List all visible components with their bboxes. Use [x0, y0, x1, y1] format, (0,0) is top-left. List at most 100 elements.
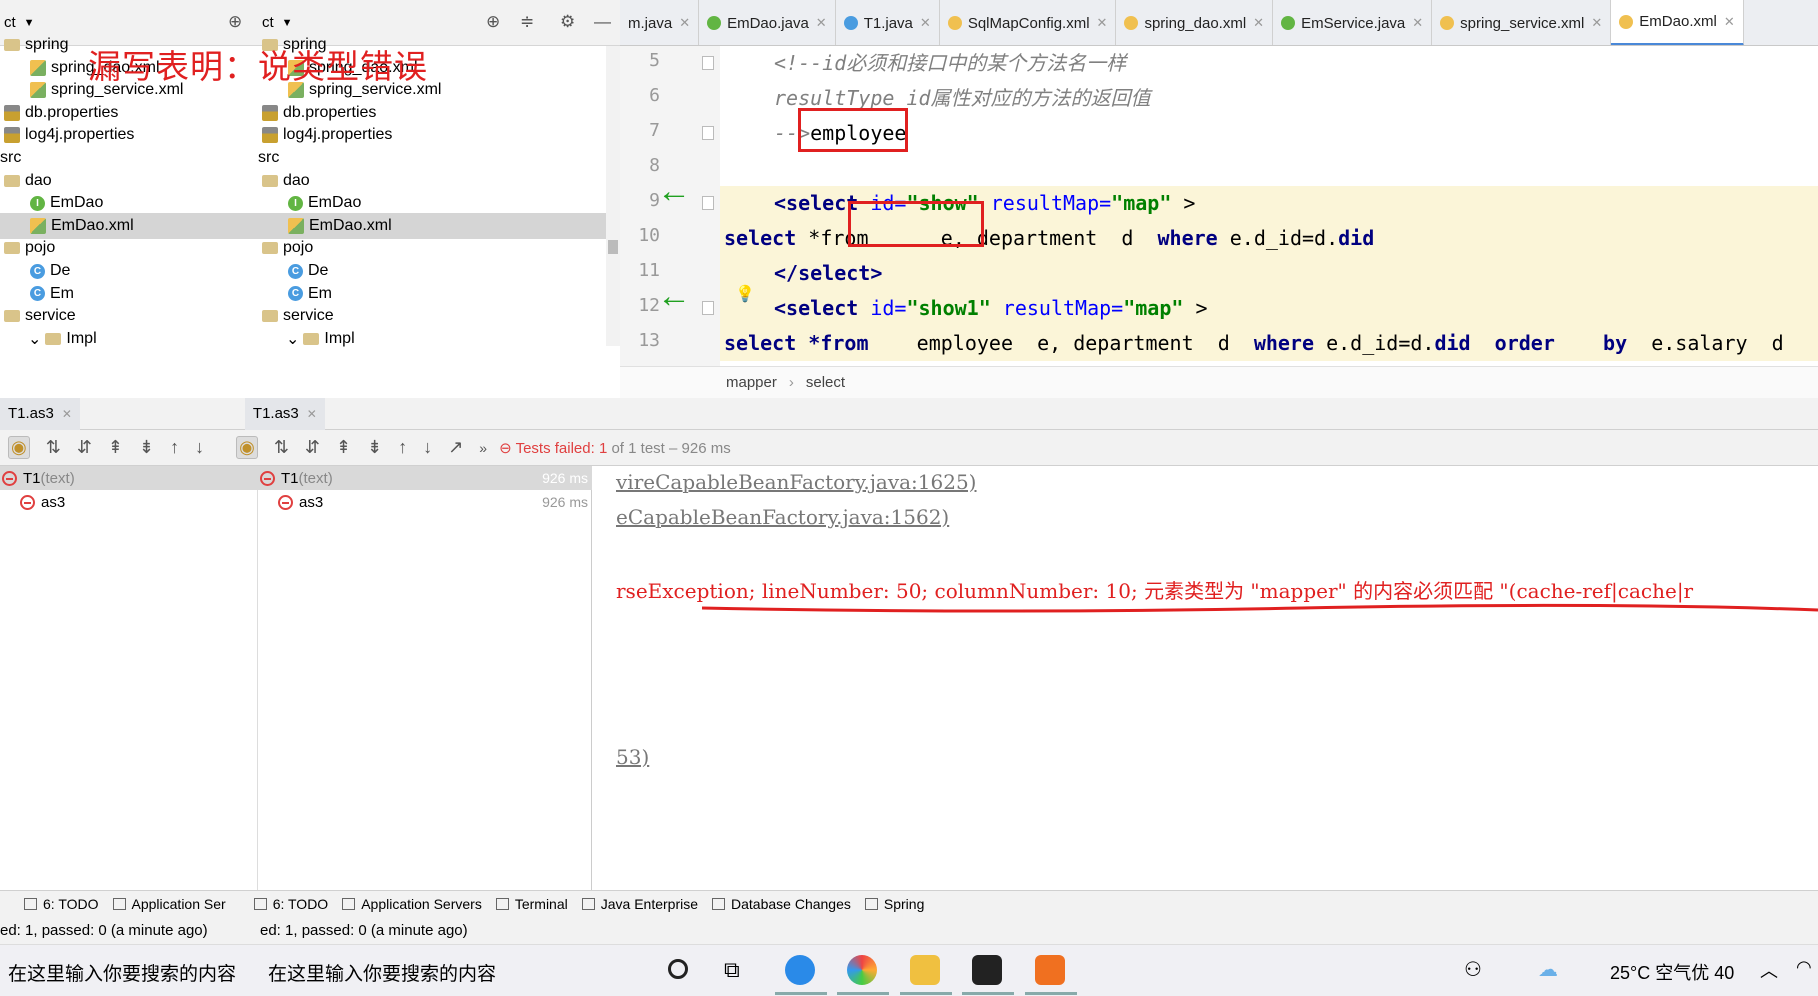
tool-window-icon [342, 897, 356, 910]
editor-tab[interactable]: spring_service.xml ✕ [1432, 0, 1612, 45]
run-tab[interactable]: T1.as3 ✕ [0, 397, 80, 430]
console-output[interactable]: vireCapableBeanFactory.java:1625) eCapab… [612, 466, 1818, 886]
chevron-up-icon[interactable]: ︿ [1760, 957, 1778, 983]
feishu-icon[interactable] [785, 955, 815, 985]
fold-marker-icon[interactable] [702, 301, 714, 315]
test-suite-row[interactable]: T1 (text) 926 ms [258, 466, 592, 490]
editor-tab[interactable]: EmDao.xml ✕ [1611, 0, 1744, 45]
breadcrumb-item[interactable]: mapper [726, 374, 777, 391]
tree-item-label: dao [283, 171, 310, 189]
status-text: ed: 1, passed: 0 (a minute ago) [0, 922, 208, 939]
tree-item[interactable]: ⌄ Impl [258, 326, 620, 352]
weather-text[interactable]: 25°C 空气优 40 [1610, 959, 1734, 985]
editor-tab[interactable]: m.java ✕ [620, 0, 700, 45]
chevron-down-icon[interactable]: ▼ [282, 17, 293, 29]
tool-window-tab[interactable]: Terminal [495, 896, 568, 912]
tool-window-tab[interactable]: Database Changes [712, 896, 851, 912]
collapse-icon[interactable]: ≑ [520, 12, 534, 32]
file-explorer-icon[interactable] [910, 955, 940, 985]
cortana-icon[interactable] [668, 959, 688, 979]
status-text: ed: 1, passed: 0 (a minute ago) [260, 922, 468, 939]
previous-icon[interactable]: ↑ [170, 437, 179, 458]
editor-tab-label: m.java [628, 14, 673, 32]
crosshair-icon[interactable]: ⊕ [486, 12, 500, 32]
run-tab[interactable]: T1.as3 ✕ [244, 397, 325, 430]
test-suite-row[interactable]: T1 (text) [0, 466, 258, 490]
chevron-down-icon[interactable]: ⌄ [28, 329, 41, 349]
sort-alpha-icon[interactable]: ⇅ [274, 437, 289, 458]
collapse-all-icon[interactable]: ⇟ [139, 437, 154, 458]
editor-tab[interactable]: SqlMapConfig.xml ✕ [940, 0, 1117, 45]
running-indicator [1025, 992, 1077, 995]
tool-window-tab[interactable]: Application Servers [342, 896, 482, 912]
more-icon[interactable]: » [479, 440, 487, 456]
taskbar-search-input[interactable]: 在这里输入你要搜索的内容 [268, 959, 496, 986]
wifi-icon[interactable]: ◠ [1796, 957, 1812, 978]
editor-tab[interactable]: EmDao.java ✕ [699, 0, 836, 45]
stack-trace-link[interactable]: eCapableBeanFactory.java:1562) [616, 505, 949, 529]
close-icon[interactable]: ✕ [1253, 15, 1264, 31]
breadcrumb-item[interactable]: select [806, 374, 845, 391]
expand-all-icon[interactable]: ⇞ [336, 437, 351, 458]
tool-window-tab[interactable]: 6: TODO [24, 896, 99, 912]
editor-tab[interactable]: spring_dao.xml ✕ [1116, 0, 1274, 45]
task-view-icon[interactable]: ⧉ [724, 957, 740, 983]
show-passed-icon[interactable]: ◉ [236, 436, 258, 459]
close-icon[interactable]: ✕ [816, 15, 827, 31]
editor-tab[interactable]: EmService.java ✕ [1273, 0, 1433, 45]
sort-duration-icon[interactable]: ⇵ [305, 437, 320, 458]
close-icon[interactable]: ✕ [1097, 15, 1108, 31]
expand-all-icon[interactable]: ⇞ [108, 437, 123, 458]
tree-item-label: De [308, 262, 329, 279]
fold-marker-icon[interactable] [702, 126, 714, 140]
close-icon[interactable]: ✕ [1591, 15, 1602, 31]
app-icon[interactable] [1035, 955, 1065, 985]
test-case-row[interactable]: as3 [0, 490, 258, 514]
editor-tab[interactable]: T1.java ✕ [836, 0, 940, 45]
taskbar-search-input[interactable]: 在这里输入你要搜索的内容 [8, 959, 236, 986]
project-view-selector[interactable]: ct [4, 14, 16, 31]
scroll-thumb[interactable] [608, 240, 618, 254]
close-icon[interactable]: ✕ [1724, 14, 1735, 30]
crosshair-icon[interactable]: ⊕ [228, 12, 242, 32]
line-number: 9 [649, 190, 660, 211]
stack-trace-link[interactable]: 53) [616, 745, 649, 769]
close-icon[interactable]: ✕ [62, 407, 72, 421]
lightbulb-icon[interactable]: 💡 [735, 284, 755, 304]
close-icon[interactable]: ✕ [920, 15, 931, 31]
next-icon[interactable]: ↓ [423, 437, 432, 458]
tool-window-tab[interactable]: Spring [864, 896, 924, 912]
chevron-down-icon[interactable]: ⌄ [286, 329, 299, 349]
app-icon[interactable] [847, 955, 877, 985]
export-icon[interactable]: ↗ [448, 437, 463, 458]
tree-item[interactable]: ⌄ Impl [0, 326, 258, 352]
sort-alpha-icon[interactable]: ⇅ [46, 437, 61, 458]
close-icon[interactable]: ✕ [679, 15, 690, 31]
gear-icon[interactable]: ⚙ [560, 12, 575, 32]
tool-window-tab[interactable]: Application Ser [112, 896, 226, 912]
tree-item-label: EmDao [308, 194, 362, 212]
run-gutter-arrow-icon[interactable]: ← [657, 277, 691, 316]
minimize-icon[interactable]: — [594, 12, 611, 32]
next-icon[interactable]: ↓ [195, 437, 204, 458]
close-icon[interactable]: ✕ [307, 407, 317, 421]
chevron-down-icon[interactable]: ▼ [24, 17, 35, 29]
show-passed-icon[interactable]: ◉ [8, 436, 30, 459]
fold-marker-icon[interactable] [702, 56, 714, 70]
tree-scrollbar[interactable] [606, 46, 620, 346]
sort-duration-icon[interactable]: ⇵ [77, 437, 92, 458]
error-message: rseException; lineNumber: 50; columnNumb… [616, 579, 1694, 603]
people-icon[interactable]: ⚇ [1464, 957, 1482, 982]
running-indicator [775, 992, 827, 995]
intellij-icon[interactable] [972, 955, 1002, 985]
tool-window-tab[interactable]: Java Enterprise [581, 896, 698, 912]
run-gutter-arrow-icon[interactable]: ← [657, 172, 691, 211]
collapse-all-icon[interactable]: ⇟ [367, 437, 382, 458]
test-case-row[interactable]: as3 926 ms [258, 490, 592, 514]
close-icon[interactable]: ✕ [1412, 15, 1423, 31]
stack-trace-link[interactable]: vireCapableBeanFactory.java:1625) [616, 470, 977, 494]
fold-marker-icon[interactable] [702, 196, 714, 210]
project-view-selector[interactable]: ct [262, 14, 274, 31]
previous-icon[interactable]: ↑ [398, 437, 407, 458]
tool-window-tab[interactable]: 6: TODO [253, 896, 328, 912]
